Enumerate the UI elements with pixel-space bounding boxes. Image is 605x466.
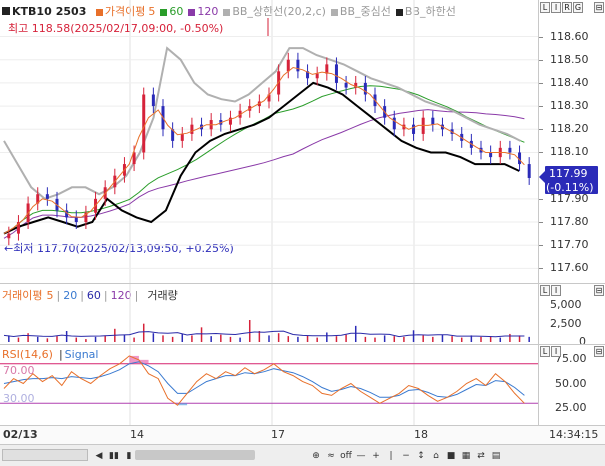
price-axis-tick bbox=[539, 198, 543, 200]
scroll-thumb[interactable] bbox=[135, 450, 255, 460]
candle-body bbox=[7, 233, 11, 239]
candle-body bbox=[151, 94, 155, 107]
toolbar-button-9[interactable]: — bbox=[355, 450, 367, 464]
volume-ma-line bbox=[3, 330, 525, 338]
toolbar-button-13[interactable]: ↕ bbox=[415, 450, 427, 464]
rsi-side-toolbar: L I ⊟ bbox=[538, 346, 605, 358]
price-axis-label: 117.80 bbox=[550, 215, 589, 229]
price-axis-tick bbox=[539, 36, 543, 38]
panel-collapse-icon[interactable]: ⊟ bbox=[594, 285, 604, 296]
candle-body bbox=[527, 164, 531, 178]
side-button-i[interactable]: I bbox=[551, 346, 561, 357]
side-button-i[interactable]: I bbox=[551, 2, 561, 13]
toolbar-button-15[interactable]: ■ bbox=[445, 450, 457, 464]
price-axis-label: 118.40 bbox=[550, 75, 589, 89]
side-toolbar: L I R G ⊟ bbox=[538, 2, 605, 15]
x-axis-tick-17: 17 bbox=[271, 428, 285, 441]
price-axis-tick bbox=[539, 245, 543, 247]
x-axis-time: 14:34:15 bbox=[549, 428, 599, 441]
side-button-l[interactable]: L bbox=[540, 346, 550, 357]
side-button-g[interactable]: G bbox=[573, 2, 583, 13]
candle-body bbox=[344, 82, 348, 88]
volume-axis-label: 2,500 bbox=[550, 316, 582, 330]
x-axis-tick-14: 14 bbox=[130, 428, 144, 441]
toolbar-button-10[interactable]: + bbox=[370, 450, 382, 464]
x-axis: 02/13 14 17 18 14:34:15 bbox=[0, 426, 605, 444]
toolbar-button-6[interactable]: ⊕ bbox=[310, 450, 322, 464]
toolbar-button-17[interactable]: ⇄ bbox=[475, 450, 487, 464]
x-axis-date: 02/13 bbox=[3, 428, 38, 441]
panel-collapse-icon[interactable]: ⊟ bbox=[594, 2, 604, 13]
volume-axis-label: 5,000 bbox=[550, 298, 582, 312]
panel-collapse-icon[interactable]: ⊟ bbox=[594, 346, 604, 357]
candle-body bbox=[190, 124, 194, 134]
candle-body bbox=[363, 82, 367, 95]
candle-body bbox=[74, 217, 78, 223]
bb-lower-line bbox=[3, 81, 520, 235]
current-price-change: (-0.11%) bbox=[546, 181, 594, 194]
candle-body bbox=[180, 133, 184, 141]
toolbar-button-0[interactable]: ◀ bbox=[93, 450, 105, 464]
price-axis-tick bbox=[539, 129, 543, 131]
toolbar-button-16[interactable]: ▦ bbox=[460, 450, 472, 464]
candle-body bbox=[296, 59, 300, 72]
price-axis-tick bbox=[539, 82, 543, 84]
ma5-line bbox=[3, 66, 525, 235]
rsi-chart-canvas bbox=[0, 345, 538, 425]
price-axis: 118.60 118.50 118.40 118.30 118.20 118.10 117.… bbox=[538, 0, 605, 283]
volume-side-toolbar: L I ⊟ bbox=[538, 285, 605, 297]
side-button-i[interactable]: I bbox=[551, 285, 561, 296]
volume-chart-canvas bbox=[3, 284, 530, 344]
price-axis-label: 118.50 bbox=[550, 52, 589, 66]
price-axis-label: 118.20 bbox=[550, 122, 589, 136]
current-price-arrow-icon bbox=[539, 171, 545, 183]
price-axis-label: 117.60 bbox=[550, 261, 589, 275]
price-axis-tick bbox=[539, 152, 543, 154]
bottom-toolbar: ◀▮▮▮▶◁▷⊕≈off—+|−↕⌂■▦⇄▤ bbox=[0, 444, 605, 466]
candle-body bbox=[392, 117, 396, 130]
toolbar-button-8[interactable]: off bbox=[340, 450, 352, 464]
candle-body bbox=[334, 64, 338, 83]
candle-body bbox=[315, 73, 319, 79]
price-axis-tick bbox=[539, 222, 543, 224]
toolbar-button-12[interactable]: − bbox=[400, 450, 412, 464]
horizontal-scrollbar[interactable] bbox=[2, 449, 88, 461]
rsi-axis-label: 50.00 bbox=[555, 376, 587, 390]
side-button-l[interactable]: L bbox=[540, 2, 550, 13]
candle-body bbox=[508, 147, 512, 153]
side-button-r[interactable]: R bbox=[562, 2, 572, 13]
price-axis-label: 117.70 bbox=[550, 238, 589, 252]
x-axis-tick-18: 18 bbox=[414, 428, 428, 441]
candle-body bbox=[431, 117, 435, 125]
price-axis-tick bbox=[539, 106, 543, 108]
price-axis-label: 118.30 bbox=[550, 99, 589, 113]
price-axis-tick bbox=[539, 268, 543, 270]
current-price-value: 117.99 bbox=[549, 167, 588, 180]
rsi-line bbox=[3, 355, 525, 406]
toolbar-button-11[interactable]: | bbox=[385, 450, 397, 464]
price-axis-label: 118.60 bbox=[550, 29, 589, 43]
toolbar-button-18[interactable]: ▤ bbox=[490, 450, 502, 464]
toolbar-button-7[interactable]: ≈ bbox=[325, 450, 337, 464]
rsi-axis-label: 25.00 bbox=[555, 401, 587, 415]
price-axis-label: 118.10 bbox=[550, 145, 589, 159]
price-chart-canvas bbox=[0, 0, 538, 283]
candle-body bbox=[45, 194, 49, 199]
candle-body bbox=[142, 94, 146, 153]
toolbar-button-14[interactable]: ⌂ bbox=[430, 450, 442, 464]
candle-body bbox=[412, 124, 416, 134]
toolbar-button-2[interactable]: ▮ bbox=[123, 450, 135, 464]
candle-body bbox=[286, 59, 290, 72]
candle-body bbox=[489, 152, 493, 158]
side-button-l[interactable]: L bbox=[540, 285, 550, 296]
toolbar-button-1[interactable]: ▮▮ bbox=[108, 450, 120, 464]
price-axis-tick bbox=[539, 59, 543, 61]
